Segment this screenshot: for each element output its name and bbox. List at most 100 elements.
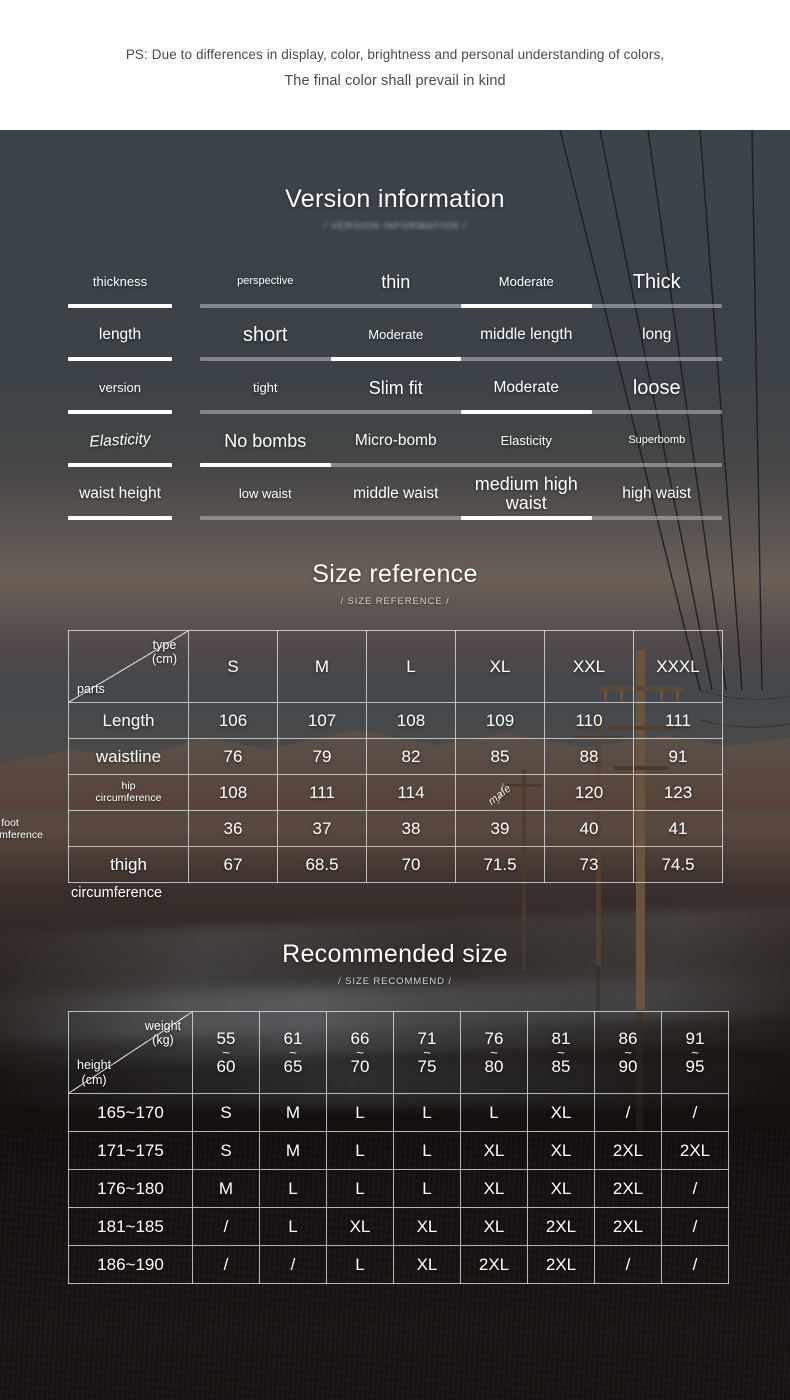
recommended-size-value: / — [661, 1093, 729, 1132]
recommended-size-value: / — [661, 1207, 729, 1246]
recommended-size-value: L — [326, 1131, 394, 1170]
version-option[interactable]: middle length — [461, 327, 592, 343]
version-information-title: Version information — [285, 185, 505, 213]
version-option[interactable]: Micro-bomb — [331, 433, 462, 449]
weight-range-header: 81 ~85 — [527, 1011, 595, 1094]
version-information-rows: thickness perspective thin Moderate Thick len… — [0, 262, 790, 527]
version-option[interactable]: short — [200, 325, 331, 346]
version-option-selected[interactable]: Moderate — [331, 328, 462, 342]
version-information-section: Version information / VERSION INFORMATIO… — [0, 185, 790, 527]
version-option[interactable]: Thick — [592, 272, 723, 293]
measurement-value: 39 — [455, 810, 545, 847]
recommended-size-value: XL — [527, 1131, 595, 1170]
weight-range-header: 76 ~80 — [460, 1011, 528, 1094]
table-row: waistline 76 79 82 85 88 91 — [68, 738, 723, 775]
version-attribute-row: version tight Slim fit Moderate loose — [0, 368, 790, 421]
version-information-subtitle: / VERSION INFORMATION / — [323, 221, 467, 232]
weight-range-to: 90 — [618, 1057, 638, 1076]
recommended-size-value: L — [259, 1207, 327, 1246]
size-reference-table: type (cm) parts S M L XL XXL XXXL Length 106 107 108… — [0, 630, 723, 901]
version-option[interactable]: long — [592, 327, 723, 343]
recommended-size-value: 2XL — [594, 1207, 662, 1246]
recommended-size-value: XL — [527, 1093, 595, 1132]
measurement-value: 109 — [455, 702, 545, 739]
measurement-value: 120 — [544, 774, 634, 811]
weight-range-to: 85 — [551, 1057, 571, 1076]
table-corner-header: weight (kg) height (cm) — [68, 1011, 193, 1094]
photo-stage: Version information / VERSION INFORMATIO… — [0, 130, 790, 1400]
disclaimer-banner: PS: Due to differences in display, color… — [0, 0, 790, 130]
weight-range-to: 70 — [350, 1057, 370, 1076]
table-row: 171~175 S M L L XL XL 2XL 2XL — [68, 1131, 729, 1170]
recommended-size-value: XL — [393, 1245, 461, 1284]
version-option[interactable]: perspective — [200, 275, 331, 287]
recommended-size-value: 2XL — [594, 1131, 662, 1170]
height-range-label: 176~180 — [68, 1169, 193, 1208]
recommended-size-value: / — [661, 1245, 729, 1284]
measurement-label-overflow: footcircumference — [0, 816, 43, 841]
version-option-selected[interactable]: medium high waist — [461, 475, 592, 512]
recommended-size-subtitle: / SIZE RECOMMEND / — [338, 976, 452, 987]
size-column-header: M — [277, 630, 367, 703]
male-watermark-cell: male — [455, 774, 545, 811]
measurement-row-label: Length — [68, 702, 189, 739]
disclaimer-line-2: The final color shall prevail in kind — [284, 73, 506, 89]
recommended-size-value: M — [259, 1093, 327, 1132]
recommended-size-value: / — [259, 1245, 327, 1284]
measurement-value: 108 — [366, 702, 456, 739]
recommended-size-value: XL — [326, 1207, 394, 1246]
version-attribute-label: Elasticity — [88, 430, 151, 451]
version-label-underline — [68, 516, 172, 520]
measurement-value: 36 — [188, 810, 278, 847]
table-row: 165~170 S M L L L XL / / — [68, 1093, 729, 1132]
weight-range-header: 55 ~60 — [192, 1011, 260, 1094]
version-option[interactable]: Superbomb — [592, 434, 723, 446]
recommended-size-table: weight (kg) height (cm) 55 ~60 61 ~65 66 ~70 71 ~75… — [68, 1011, 729, 1284]
table-corner-header: type (cm) parts — [68, 630, 189, 703]
recommended-size-section: Recommended size / SIZE RECOMMEND / weig… — [0, 940, 790, 1311]
version-option-selected[interactable]: No bombs — [200, 432, 331, 451]
weight-range-header: 86 ~90 — [594, 1011, 662, 1094]
male-watermark: male — [486, 781, 514, 808]
weight-range-header: 66 ~70 — [326, 1011, 394, 1094]
size-reference-title: Size reference — [312, 560, 478, 588]
version-option[interactable]: tight — [200, 381, 331, 395]
measurement-value: 114 — [366, 774, 456, 811]
recommended-size-value: / — [594, 1093, 662, 1132]
measurement-value: 67 — [188, 846, 278, 883]
version-option-list: tight Slim fit Moderate loose — [200, 368, 722, 408]
corner-top-right-label: weight (kg) — [144, 1019, 181, 1048]
measurement-row-label: footcircumference — [0, 810, 189, 847]
recommended-size-value: XL — [460, 1207, 528, 1246]
height-range-label: 186~190 — [68, 1245, 193, 1284]
version-scale-indicator — [461, 304, 592, 308]
weight-range-to: 60 — [216, 1057, 236, 1076]
version-option-list: short Moderate middle length long — [200, 315, 722, 355]
version-label-underline — [68, 463, 172, 467]
version-option[interactable]: Slim fit — [331, 379, 462, 398]
recommended-size-value: 2XL — [527, 1207, 595, 1246]
corner-top-right-label: type (cm) — [152, 638, 177, 667]
table-row: Length 106 107 108 109 110 111 — [68, 702, 723, 739]
recommended-size-title: Recommended size — [282, 940, 508, 968]
recommended-size-value: M — [192, 1169, 260, 1208]
recommended-size-value: L — [393, 1131, 461, 1170]
height-range-label: 165~170 — [68, 1093, 193, 1132]
version-option[interactable]: thin — [331, 273, 462, 292]
version-option-list: perspective thin Moderate Thick — [200, 262, 722, 302]
version-attribute-label: waist height — [79, 484, 161, 502]
measurement-row-label: thigh circumference — [68, 846, 189, 901]
version-option[interactable]: Elasticity — [461, 434, 592, 448]
version-option[interactable]: low waist — [200, 487, 331, 501]
version-option[interactable]: middle waist — [331, 486, 462, 502]
recommended-size-value: 2XL — [661, 1131, 729, 1170]
measurement-value: 73 — [544, 846, 634, 883]
version-option[interactable]: high waist — [592, 486, 723, 502]
version-option[interactable]: loose — [592, 378, 723, 399]
recommended-size-value: L — [326, 1245, 394, 1284]
measurement-value: 111 — [277, 774, 367, 811]
version-option-selected[interactable]: Moderate — [461, 380, 592, 396]
version-option-selected[interactable]: Moderate — [461, 275, 592, 289]
measurement-row-label: waistline — [68, 738, 189, 775]
size-column-header: L — [366, 630, 456, 703]
